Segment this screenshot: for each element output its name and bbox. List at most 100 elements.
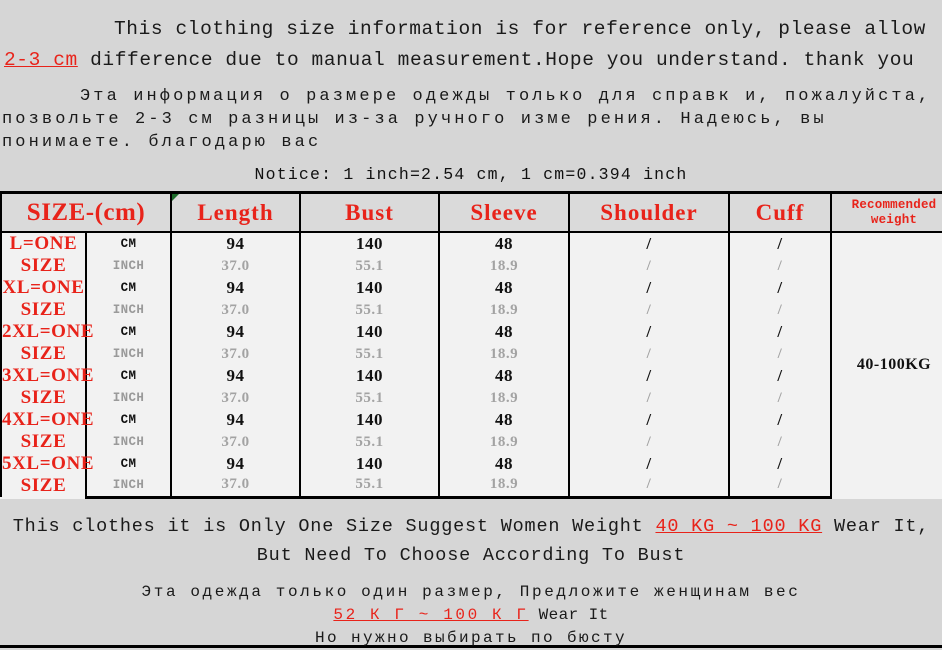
bottom-notice-russian: Эта одежда только один размер, Предложит… bbox=[0, 570, 942, 650]
bottom-notice-russian-weight-highlight: 52 К Г ~ 100 К Г bbox=[333, 605, 529, 624]
unit-cm: CM bbox=[85, 365, 172, 387]
cell-length-inch: 37.0 bbox=[170, 255, 301, 277]
size-label-2xl: 2XL=ONE SIZE bbox=[0, 321, 95, 365]
cell-cuff-cm: / bbox=[728, 321, 832, 343]
size-table-header-row: SIZE-(cm) Length Bust Sleeve Shoulder Cu… bbox=[0, 191, 942, 233]
table-row: INCH 37.0 55.1 18.9 / / bbox=[1, 299, 942, 321]
cell-sleeve-inch: 18.9 bbox=[438, 299, 570, 321]
table-row: XL=ONE SIZE CM 94 140 48 / / bbox=[0, 277, 942, 321]
bottom-notice-english-part1: This clothes it is Only One Size Suggest… bbox=[12, 515, 656, 537]
bottom-notice-russian-line1: Эта одежда только один размер, Предложит… bbox=[141, 582, 801, 601]
cell-bust-inch: 55.1 bbox=[299, 255, 440, 277]
column-header-shoulder: Shoulder bbox=[568, 191, 730, 233]
unit-inch: INCH bbox=[85, 431, 172, 453]
unit-cm: CM bbox=[85, 409, 172, 431]
recommended-weight-line2: weight bbox=[870, 212, 918, 227]
table-row: 5XL=ONE SIZE CM 94 140 48 / / bbox=[0, 453, 942, 497]
column-header-length-label: Length bbox=[197, 199, 274, 225]
bottom-notice-russian-line3: Но нужно выбирать по бюсту bbox=[314, 628, 628, 647]
top-notice-russian: Эта информация о размере одежды только д… bbox=[0, 76, 942, 154]
cell-cuff-inch: / bbox=[728, 299, 832, 321]
size-table-header: SIZE-(cm) Length Bust Sleeve Shoulder Cu… bbox=[0, 191, 942, 233]
cell-length-inch: 37.0 bbox=[170, 431, 301, 453]
table-row: INCH 37.0 55.1 18.9 / / bbox=[1, 387, 942, 409]
cell-bust-cm: 140 bbox=[299, 453, 440, 475]
unit-inch: INCH bbox=[85, 474, 172, 499]
cell-shoulder-inch: / bbox=[568, 431, 730, 453]
cell-shoulder-cm: / bbox=[568, 277, 730, 299]
cell-cuff-cm: / bbox=[728, 453, 832, 475]
cell-length-inch: 37.0 bbox=[170, 474, 301, 499]
unit-cm: CM bbox=[85, 232, 172, 256]
cell-bust-cm: 140 bbox=[299, 232, 440, 256]
bottom-notice-english-part2: Wear It, bbox=[822, 515, 930, 537]
cell-cuff-cm: / bbox=[728, 232, 832, 256]
bottom-notice-weight-highlight: 40 KG ~ 100 KG bbox=[655, 515, 823, 537]
unit-conversion-notice: Notice: 1 inch=2.54 cm, 1 cm=0.394 inch bbox=[254, 165, 688, 184]
cell-cuff-inch: / bbox=[728, 255, 832, 277]
bottom-notice-russian-line2: 52 К Г ~ 100 К Г Wear It bbox=[4, 604, 938, 627]
column-header-recommended-weight: Recommended weight bbox=[830, 191, 942, 233]
column-header-sleeve: Sleeve bbox=[438, 191, 570, 233]
cell-bust-cm: 140 bbox=[299, 409, 440, 431]
bottom-notice-english-line2: But Need To Choose According To Bust bbox=[256, 544, 686, 566]
cell-shoulder-cm: / bbox=[568, 365, 730, 387]
top-notice-english: This clothing size information is for re… bbox=[0, 0, 942, 76]
cell-sleeve-cm: 48 bbox=[438, 409, 570, 431]
unit-cm: CM bbox=[85, 277, 172, 299]
comment-marker-icon bbox=[172, 194, 179, 201]
cell-sleeve-cm: 48 bbox=[438, 232, 570, 256]
cell-cuff-cm: / bbox=[728, 277, 832, 299]
cell-shoulder-inch: / bbox=[568, 387, 730, 409]
cell-sleeve-inch: 18.9 bbox=[438, 255, 570, 277]
table-row: 4XL=ONE SIZE CM 94 140 48 / / bbox=[0, 409, 942, 453]
cell-shoulder-cm: / bbox=[568, 409, 730, 431]
table-row: 2XL=ONE SIZE CM 94 140 48 / / bbox=[0, 321, 942, 365]
top-notice-english-part1: This clothing size information is for re… bbox=[114, 18, 926, 40]
unit-inch: INCH bbox=[85, 387, 172, 409]
bottom-notice-english: This clothes it is Only One Size Suggest… bbox=[0, 499, 942, 570]
cell-shoulder-cm: / bbox=[568, 321, 730, 343]
cell-sleeve-inch: 18.9 bbox=[438, 343, 570, 365]
cell-cuff-cm: / bbox=[728, 365, 832, 387]
size-label-5xl: 5XL=ONE SIZE bbox=[0, 453, 95, 497]
top-notice-tolerance-highlight: 2-3 cm bbox=[4, 49, 78, 71]
bottom-notice-russian-wear-it: Wear It bbox=[528, 605, 609, 624]
size-label-4xl: 4XL=ONE SIZE bbox=[0, 409, 95, 453]
cell-cuff-inch: / bbox=[728, 343, 832, 365]
cell-length-inch: 37.0 bbox=[170, 343, 301, 365]
cell-bust-cm: 140 bbox=[299, 365, 440, 387]
unit-inch: INCH bbox=[85, 255, 172, 277]
top-notice-russian-line1: Эта информация о размере одежды только д… bbox=[80, 87, 732, 106]
cell-length-cm: 94 bbox=[170, 409, 301, 431]
cell-length-inch: 37.0 bbox=[170, 299, 301, 321]
unit-inch: INCH bbox=[85, 299, 172, 321]
cell-cuff-inch: / bbox=[728, 431, 832, 453]
cell-sleeve-cm: 48 bbox=[438, 321, 570, 343]
cell-length-cm: 94 bbox=[170, 453, 301, 475]
cell-shoulder-inch: / bbox=[568, 299, 730, 321]
cell-length-inch: 37.0 bbox=[170, 387, 301, 409]
cell-bust-inch: 55.1 bbox=[299, 431, 440, 453]
size-table-body: L=ONE SIZE CM 94 140 48 / / 40-100KG INC… bbox=[0, 232, 942, 499]
size-chart-page: This clothing size information is for re… bbox=[0, 0, 942, 647]
top-notice-english-part2: difference due to manual measurement.Hop… bbox=[77, 49, 915, 71]
cell-sleeve-inch: 18.9 bbox=[438, 387, 570, 409]
cell-length-cm: 94 bbox=[170, 232, 301, 256]
table-row: 3XL=ONE SIZE CM 94 140 48 / / bbox=[0, 365, 942, 409]
cell-sleeve-inch: 18.9 bbox=[438, 474, 570, 499]
cell-shoulder-inch: / bbox=[568, 343, 730, 365]
cell-cuff-inch: / bbox=[728, 387, 832, 409]
unit-cm: CM bbox=[85, 321, 172, 343]
cell-sleeve-cm: 48 bbox=[438, 365, 570, 387]
cell-cuff-inch: / bbox=[728, 474, 832, 499]
table-row: INCH 37.0 55.1 18.9 / / bbox=[1, 431, 942, 453]
cell-bust-cm: 140 bbox=[299, 321, 440, 343]
top-notice-russian-line4: благодарю вас bbox=[148, 133, 322, 152]
cell-bust-cm: 140 bbox=[299, 277, 440, 299]
cell-shoulder-inch: / bbox=[568, 474, 730, 499]
cell-shoulder-cm: / bbox=[568, 453, 730, 475]
cell-bust-inch: 55.1 bbox=[299, 474, 440, 499]
table-row: INCH 37.0 55.1 18.9 / / bbox=[1, 255, 942, 277]
size-table: SIZE-(cm) Length Bust Sleeve Shoulder Cu… bbox=[0, 191, 942, 499]
